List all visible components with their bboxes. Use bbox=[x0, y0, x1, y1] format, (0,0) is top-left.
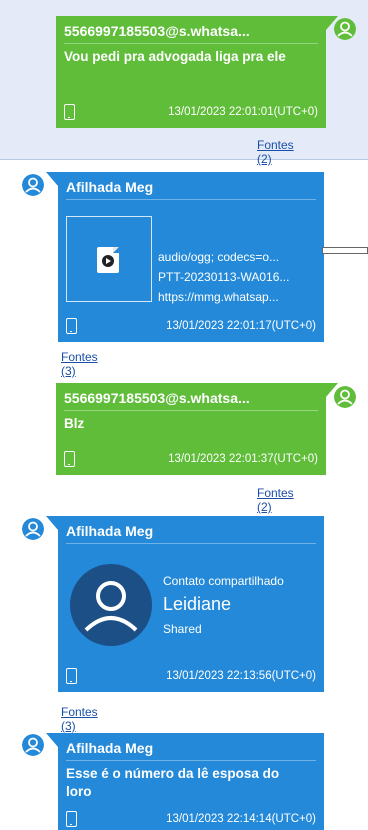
attachment-connector bbox=[322, 247, 368, 254]
phone-icon bbox=[64, 104, 75, 120]
sender-name: Afilhada Meg bbox=[66, 740, 154, 756]
contact-heading: Contato compartilhado bbox=[163, 574, 284, 588]
phone-icon bbox=[66, 811, 77, 827]
attachment-thumbnail[interactable] bbox=[66, 216, 152, 302]
sender-name: 5566997185503@s.whatsa... bbox=[64, 390, 250, 406]
person-icon bbox=[22, 734, 44, 756]
phone-icon bbox=[64, 451, 75, 467]
sender-name: Afilhada Meg bbox=[66, 179, 154, 195]
contact-avatar-icon[interactable] bbox=[70, 564, 152, 646]
sender-divider bbox=[66, 199, 316, 200]
message-bubble: Afilhada Meg Esse é o número da lê espos… bbox=[46, 733, 324, 830]
sources-link[interactable]: Fontes (2) bbox=[257, 486, 294, 514]
contact-status: Shared bbox=[163, 622, 202, 636]
sender-divider bbox=[66, 543, 316, 544]
message-text: Vou pedi pra advogada liga pra ele bbox=[64, 49, 286, 64]
message-bubble: Afilhada Meg Contato compartilhado Leidi… bbox=[46, 516, 324, 692]
phone-icon bbox=[66, 668, 77, 684]
message-footer: 13/01/2023 22:01:01(UTC+0) bbox=[64, 104, 318, 122]
person-icon bbox=[22, 174, 44, 196]
message-bubble: Afilhada Meg audio/ogg; codecs=o... PTT-… bbox=[46, 172, 324, 342]
sources-link[interactable]: Fontes (3) bbox=[61, 350, 98, 378]
phone-icon bbox=[66, 318, 77, 334]
message-timestamp: 13/01/2023 22:01:01(UTC+0) bbox=[168, 106, 318, 118]
person-icon bbox=[22, 518, 44, 540]
message-text: Blz bbox=[64, 416, 85, 431]
message-timestamp: 13/01/2023 22:14:14(UTC+0) bbox=[166, 813, 316, 825]
contact-name: Leidiane bbox=[163, 594, 232, 614]
message-bubble: 5566997185503@s.whatsa... Vou pedi pra a… bbox=[56, 16, 338, 128]
message-footer: 13/01/2023 22:01:17(UTC+0) bbox=[66, 318, 316, 336]
attachment-url[interactable]: https://mmg.whatsap... bbox=[158, 290, 320, 304]
sources-link[interactable]: Fontes (2) bbox=[257, 138, 294, 166]
sender-name: 5566997185503@s.whatsa... bbox=[64, 23, 250, 39]
sources-link[interactable]: Fontes (3) bbox=[61, 705, 98, 733]
message-timestamp: 13/01/2023 22:01:37(UTC+0) bbox=[168, 453, 318, 465]
message-footer: 13/01/2023 22:14:14(UTC+0) bbox=[66, 811, 316, 829]
sender-name: Afilhada Meg bbox=[66, 523, 154, 539]
message-timestamp: 13/01/2023 22:01:17(UTC+0) bbox=[166, 320, 316, 332]
message-bubble: 5566997185503@s.whatsa... Blz 13/01/2023… bbox=[56, 383, 338, 475]
message-text: Esse é o número da lê esposa do loro bbox=[66, 766, 280, 799]
audio-file-icon bbox=[97, 247, 119, 273]
attachment-filename: PTT-20230113-WA016... bbox=[158, 270, 290, 284]
message-footer: 13/01/2023 22:13:56(UTC+0) bbox=[66, 668, 316, 686]
message-timestamp: 13/01/2023 22:13:56(UTC+0) bbox=[166, 670, 316, 682]
message-footer: 13/01/2023 22:01:37(UTC+0) bbox=[64, 451, 318, 469]
attachment-mime: audio/ogg; codecs=o... bbox=[158, 250, 280, 264]
